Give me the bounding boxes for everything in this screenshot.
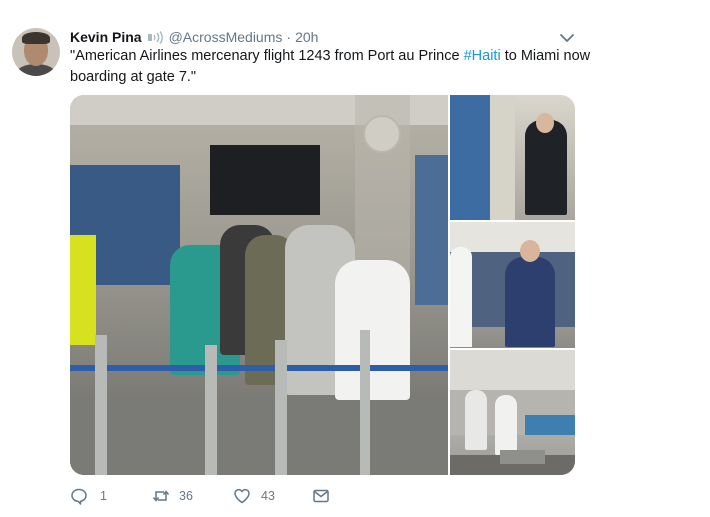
author-name[interactable]: Kevin Pina [70,29,142,45]
heart-icon [234,488,250,504]
thumb-top-pillar [490,95,515,220]
tweet-text-line-1: "American Airlines mercenary flight 1243… [70,46,590,67]
stanchion-4 [360,330,370,475]
direct-message-button[interactable] [312,485,330,507]
floor [70,395,448,475]
thumb-middle-head [520,240,540,262]
retweet-icon [152,490,170,502]
thumb-middle-person [505,257,555,347]
safety-vest [70,235,96,345]
avatar[interactable] [12,28,60,76]
thumb-top-window [450,95,490,220]
tv-screen [210,145,320,215]
queue-belt [70,365,448,371]
thumb-bottom-person-2 [495,395,517,455]
retweet-count: 36 [179,489,193,503]
thumb-top[interactable] [450,95,575,220]
thumb-middle-ceiling [450,222,575,252]
tweet-text-post: to Miami now [500,48,591,64]
like-button[interactable]: 43 [233,485,275,507]
retweet-button[interactable]: 36 [152,485,193,507]
window-right [415,155,448,305]
speaker-like-badge-icon [147,30,163,44]
avatar-hair [22,32,50,44]
person-white-shirt [335,260,410,400]
thumb-top-person [525,120,567,215]
thumb-bottom[interactable] [450,350,575,475]
thumb-bottom-person-1 [465,390,487,450]
like-count: 43 [261,489,275,503]
envelope-icon [313,489,329,503]
media-grid [70,95,575,475]
stanchion-3 [275,340,287,475]
main-gate-photo[interactable] [70,95,448,475]
tweet-text: "American Airlines mercenary flight 1243… [70,46,590,88]
tweet-text-line-2: boarding at gate 7." [70,69,197,85]
reply-button[interactable]: 1 [70,485,107,507]
tweet-text-pre: "American Airlines mercenary flight 1243… [70,48,464,64]
tweet-time[interactable]: 20h [295,29,318,45]
thumb-bottom-ceiling [450,350,575,390]
tweet-actions: 1 36 43 [70,485,590,507]
thumb-middle-agent [450,247,472,347]
hashtag-link[interactable]: #Haiti [464,48,501,64]
tweet-header: Kevin Pina @AcrossMediums · 20h [70,27,318,47]
tweet[interactable]: Kevin Pina @AcrossMediums · 20h "America… [0,0,710,517]
reply-icon [71,488,87,505]
author-handle[interactable]: @AcrossMediums [169,29,283,45]
thumb-bottom-tray [500,450,545,464]
thumb-middle[interactable] [450,222,575,348]
thumb-top-head [536,113,554,133]
separator-dot: · [286,29,292,45]
stanchion-1 [95,335,107,475]
reply-count: 1 [100,489,107,503]
chevron-down-icon[interactable] [559,30,575,46]
thumb-bottom-seats [525,415,575,435]
stanchion-2 [205,345,217,475]
